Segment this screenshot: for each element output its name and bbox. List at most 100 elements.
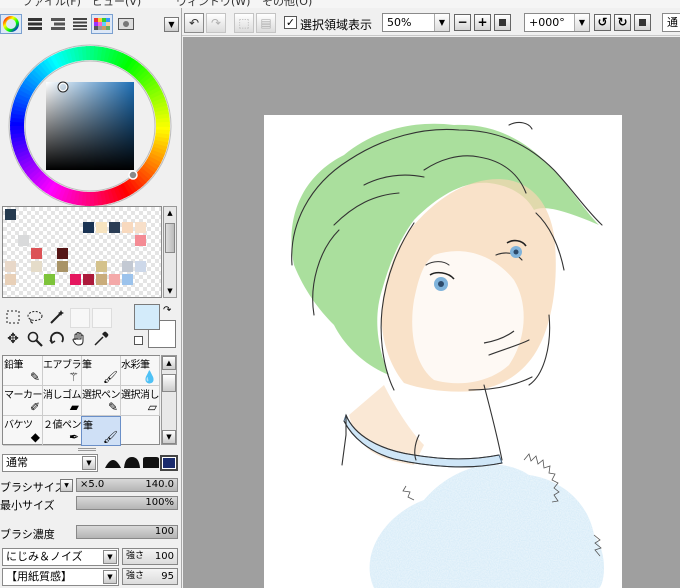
panel-resize-grip[interactable]: [78, 448, 96, 451]
rotation-select[interactable]: +000° ▼: [524, 13, 590, 32]
brush-tool-pencil[interactable]: 鉛筆 ✎: [3, 356, 43, 386]
color-swatch[interactable]: [5, 261, 16, 272]
swatches-tab[interactable]: [91, 14, 113, 34]
rotate-reset-button[interactable]: [634, 14, 651, 31]
brush-size-range-dropdown[interactable]: ▼: [60, 479, 73, 492]
chevron-down-icon[interactable]: ▼: [103, 550, 117, 564]
brush-tool-airbrush[interactable]: エアブラシ⚚: [42, 356, 82, 386]
chevron-down-icon[interactable]: ▼: [103, 570, 117, 584]
color-swatch[interactable]: [122, 274, 133, 285]
menu-window[interactable]: ウィンドウ(W): [176, 0, 250, 8]
paper-strength-field[interactable]: 強さ 95: [122, 568, 178, 585]
color-swatch[interactable]: [109, 274, 120, 285]
color-swatch[interactable]: [122, 261, 133, 272]
min-size-slider[interactable]: 100%: [76, 496, 178, 510]
color-swatch[interactable]: [70, 274, 81, 285]
swatch-scrollbar[interactable]: ▲ ▼: [163, 206, 177, 298]
redo-button[interactable]: ↷: [206, 13, 226, 33]
color-swatch[interactable]: [31, 248, 42, 259]
show-selection-checkbox[interactable]: ✓: [284, 16, 297, 29]
brush-tool-select-pen[interactable]: 選択ペン ✎: [81, 386, 121, 416]
rotate-ccw-button[interactable]: ↺: [594, 14, 611, 31]
chevron-down-icon[interactable]: ▼: [434, 14, 449, 31]
deselect-button[interactable]: ⬚: [234, 13, 254, 33]
reset-colors-icon[interactable]: [134, 336, 143, 345]
hsv-sliders-tab[interactable]: [47, 14, 69, 34]
scroll-down-icon[interactable]: ▼: [164, 285, 176, 297]
hue-picker-handle[interactable]: [128, 170, 138, 180]
color-swatch[interactable]: [44, 274, 55, 285]
scroll-thumb[interactable]: [165, 223, 175, 253]
brush-tool-bucket[interactable]: バケツ ◆: [3, 416, 43, 446]
color-history-tab[interactable]: [69, 14, 91, 34]
brush-tool-brush[interactable]: 筆 🖌: [81, 416, 121, 446]
scroll-thumb[interactable]: [162, 374, 176, 392]
move-icon[interactable]: ✥: [4, 330, 22, 348]
undo-button[interactable]: ↶: [184, 13, 204, 33]
blend-mode-select[interactable]: 通常 ▼: [2, 454, 98, 472]
zoom-out-button[interactable]: −: [454, 14, 471, 31]
swatch-grid[interactable]: [2, 206, 162, 298]
color-wheel-tab[interactable]: [0, 14, 22, 34]
foreground-color-front[interactable]: [134, 304, 160, 330]
hue-ring[interactable]: [8, 44, 172, 208]
brush-tool-eraser[interactable]: 消しゴム ▰: [42, 386, 82, 416]
canvas-blend-select[interactable]: 通: [662, 13, 680, 32]
color-swatch[interactable]: [96, 274, 107, 285]
brush-shape-hard[interactable]: [142, 455, 160, 471]
brush-shape-medium[interactable]: [123, 455, 141, 471]
zoom-in-button[interactable]: +: [474, 14, 491, 31]
magic-wand-icon[interactable]: [48, 308, 66, 326]
brush-shape-soft[interactable]: [104, 455, 122, 471]
rotate-icon[interactable]: [48, 330, 66, 348]
menu-other[interactable]: その他(O): [262, 0, 312, 8]
brush-tool-binary-pen[interactable]: ２値ペン ✒: [42, 416, 82, 446]
invert-selection-button[interactable]: ▤: [256, 13, 276, 33]
color-swatch[interactable]: [96, 222, 107, 233]
color-swatch[interactable]: [135, 235, 146, 246]
brush-size-slider[interactable]: ×5.0 140.0: [76, 478, 178, 492]
menu-view[interactable]: ビュー(V): [92, 0, 141, 8]
scratchpad-tab[interactable]: [115, 14, 137, 34]
scroll-up-icon[interactable]: ▲: [164, 207, 176, 219]
zoom-select[interactable]: 50% ▼: [382, 13, 450, 32]
scroll-up-icon[interactable]: ▲: [162, 356, 176, 370]
color-swatch[interactable]: [122, 222, 133, 233]
brush-tool-brush[interactable]: 筆 🖌: [81, 356, 121, 386]
brush-tool-select-erase[interactable]: 選択消し ▱: [120, 386, 160, 416]
color-swatch[interactable]: [109, 222, 120, 233]
paper-texture-select[interactable]: 【用紙質感】 ▼: [2, 568, 119, 586]
zoom-icon[interactable]: [26, 330, 44, 348]
brush-density-slider[interactable]: 100: [76, 525, 178, 539]
brush-tool-marker[interactable]: マーカー ✐: [3, 386, 43, 416]
chevron-down-icon[interactable]: ▼: [82, 456, 96, 470]
color-swatch[interactable]: [83, 222, 94, 233]
color-swatch[interactable]: [5, 209, 16, 220]
color-swatch[interactable]: [135, 222, 146, 233]
bleed-noise-select[interactable]: にじみ＆ノイズ ▼: [2, 548, 119, 566]
hue-segment[interactable]: [155, 121, 170, 127]
rotate-cw-button[interactable]: ↻: [614, 14, 631, 31]
rect-select-icon[interactable]: [4, 308, 22, 326]
lasso-icon[interactable]: [26, 308, 44, 326]
scroll-down-icon[interactable]: ▼: [162, 430, 176, 444]
brush-grid-scrollbar[interactable]: ▲ ▼: [161, 355, 177, 445]
color-swatch[interactable]: [18, 235, 29, 246]
brush-tool-watercolor[interactable]: 水彩筆 💧: [120, 356, 160, 386]
bleed-strength-field[interactable]: 強さ 100: [122, 548, 178, 565]
color-swatch[interactable]: [57, 248, 68, 259]
color-swatch[interactable]: [96, 261, 107, 272]
eyedropper-icon[interactable]: [92, 330, 110, 348]
color-swatch[interactable]: [83, 274, 94, 285]
swap-colors-icon[interactable]: ↷: [163, 305, 171, 316]
brush-shape-square[interactable]: [160, 455, 178, 471]
rgb-sliders-tab[interactable]: [24, 14, 46, 34]
color-swatch[interactable]: [31, 261, 42, 272]
color-swatch[interactable]: [57, 261, 68, 272]
menu-file[interactable]: ファイル(F): [22, 0, 81, 8]
color-swatch[interactable]: [135, 261, 146, 272]
chevron-down-icon[interactable]: ▼: [574, 14, 589, 31]
color-wheel[interactable]: [8, 44, 172, 208]
zoom-reset-button[interactable]: [494, 14, 511, 31]
hand-icon[interactable]: [70, 330, 88, 348]
